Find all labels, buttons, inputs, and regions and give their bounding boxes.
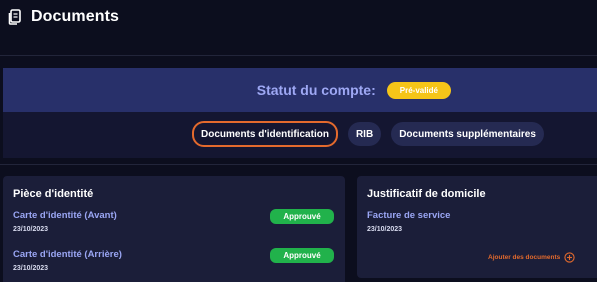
tab-identity-documents[interactable]: Documents d'identification	[192, 121, 338, 147]
approved-badge: Approuvé	[270, 248, 334, 263]
account-status-panel: Statut du compte: Pré-validé Documents d…	[3, 68, 597, 158]
address-card-title: Justificatif de domicile	[367, 188, 486, 200]
page-header: Documents	[0, 0, 597, 34]
page-title: Documents	[31, 8, 120, 25]
address-proof-card: Justificatif de domicile Facture de serv…	[357, 176, 597, 278]
document-icon	[8, 9, 21, 25]
approved-badge: Approuvé	[270, 209, 334, 224]
document-date: 23/10/2023	[367, 226, 403, 233]
status-badge: Pré-validé	[386, 81, 451, 99]
status-band: Statut du compte: Pré-validé	[3, 68, 597, 112]
header-divider	[0, 55, 597, 56]
document-tabs: Documents d'identification RIB Documents…	[192, 121, 554, 147]
document-link-utility-bill[interactable]: Facture de service	[367, 210, 450, 221]
add-documents-button[interactable]: Ajouter des documents	[488, 252, 575, 263]
plus-circle-icon	[564, 252, 575, 263]
tab-additional-documents[interactable]: Documents supplémentaires	[391, 122, 544, 146]
tab-rib[interactable]: RIB	[347, 122, 382, 146]
document-date: 23/10/2023	[13, 226, 49, 233]
status-label: Statut du compte:	[256, 82, 376, 98]
document-link-back[interactable]: Carte d'identité (Arrière)	[13, 249, 122, 260]
identity-card: Pièce d'identité Carte d'identité (Avant…	[3, 176, 345, 282]
add-documents-label: Ajouter des documents	[488, 254, 561, 261]
section-divider	[0, 164, 597, 165]
document-date: 23/10/2023	[13, 265, 49, 272]
document-link-front[interactable]: Carte d'identité (Avant)	[13, 210, 117, 221]
identity-card-title: Pièce d'identité	[13, 188, 94, 200]
